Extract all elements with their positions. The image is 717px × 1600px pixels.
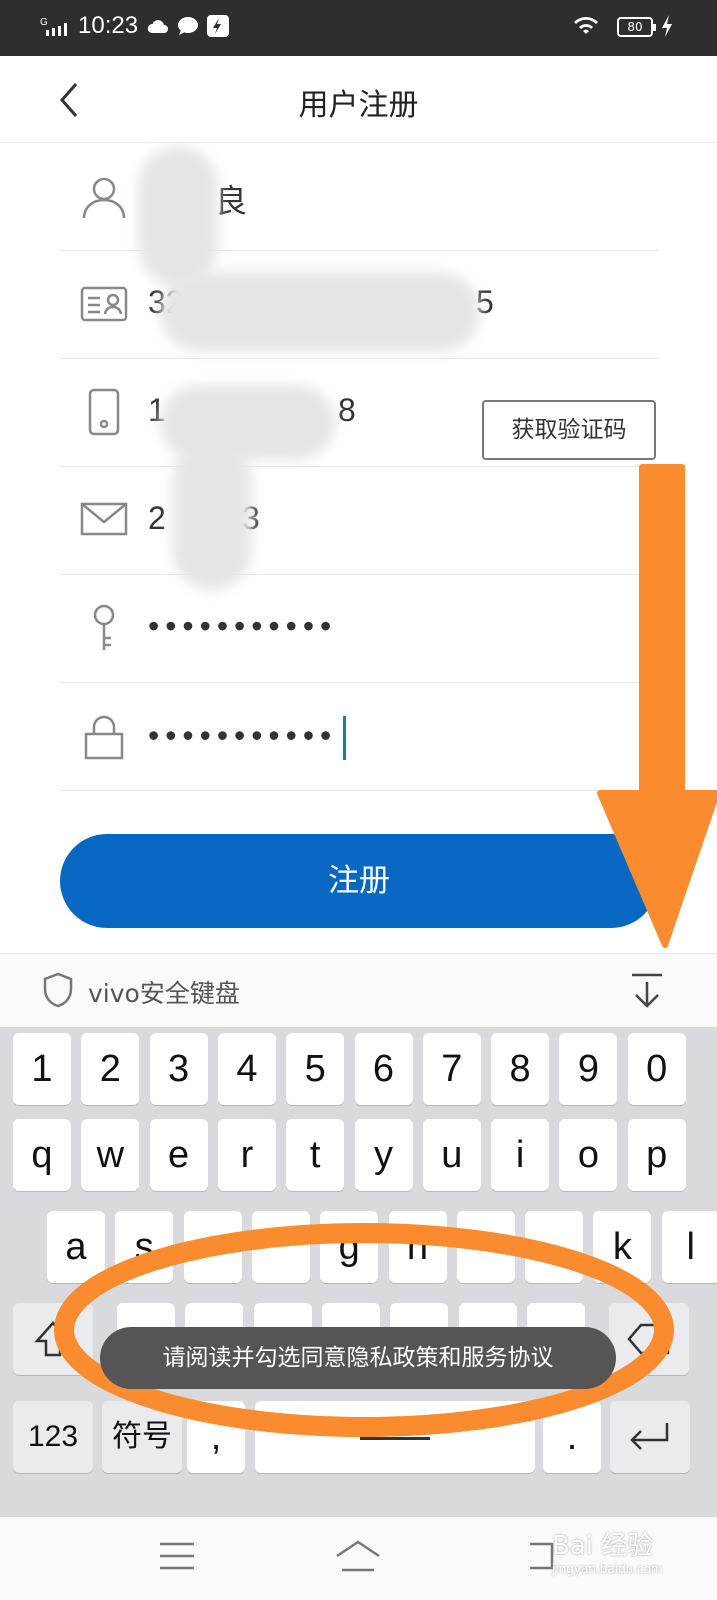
toast-message: 请阅读并勾选同意隐私政策和服务协议	[100, 1327, 616, 1389]
baidu-watermark: Bai 经验 jingyan.baidu.com	[552, 1525, 663, 1576]
watermark-brand: Bai 经验	[552, 1531, 654, 1561]
watermark-url: jingyan.baidu.com	[552, 1562, 663, 1576]
